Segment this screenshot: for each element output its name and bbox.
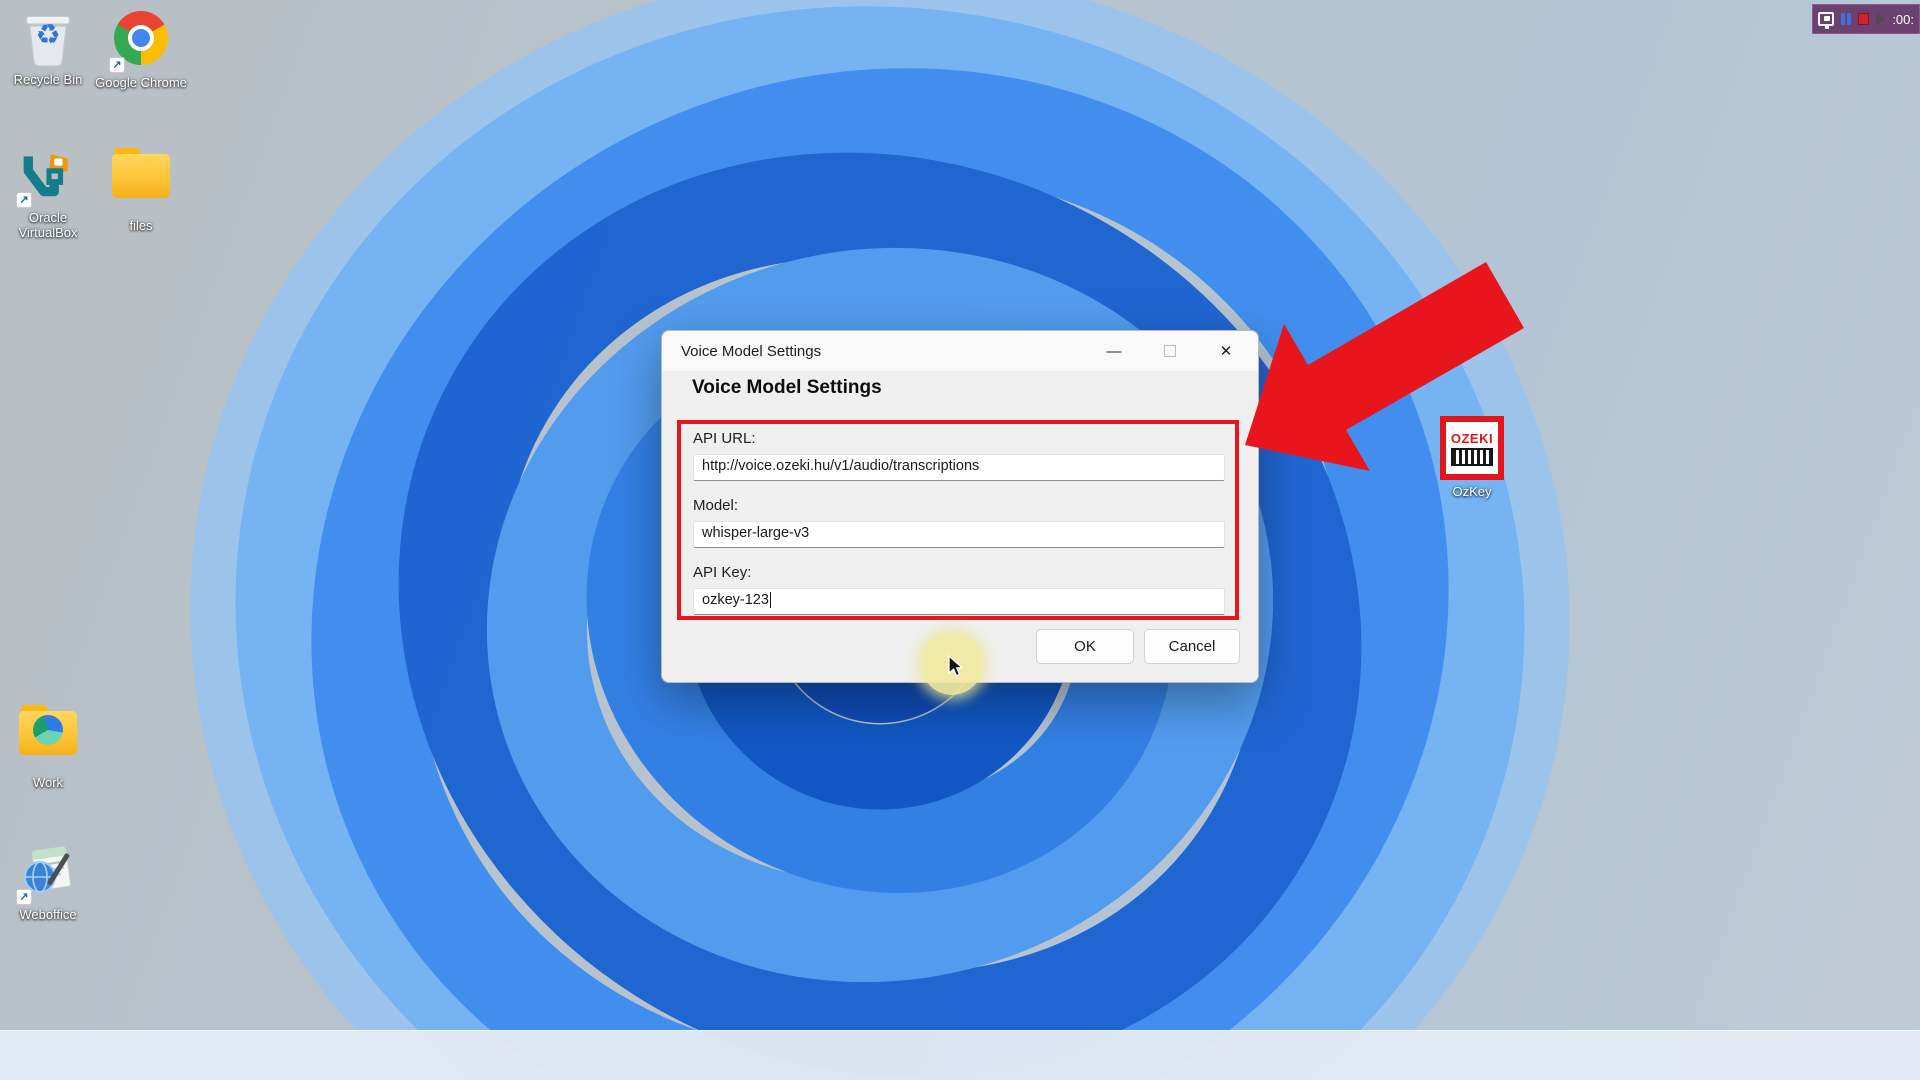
desktop-icon-google-chrome[interactable]: ↗ Google Chrome [93,8,189,90]
voice-model-settings-window: Voice Model Settings — ✕ Voice Model Set… [661,330,1259,683]
chrome-icon: ↗ [109,11,171,73]
shortcut-arrow-icon: ↗ [16,192,32,208]
ozkey-icon: OZEKI [1440,416,1504,480]
api-url-input[interactable]: http://voice.ozeki.hu/v1/audio/transcrip… [693,454,1225,481]
model-label: Model: [693,497,739,514]
api-key-label: API Key: [693,564,752,581]
ok-button[interactable]: OK [1036,629,1134,664]
api-url-label: API URL: [693,430,756,447]
screen-recorder-toolbar: :00: [1812,4,1920,34]
desktop-icon-label: Oracle VirtualBox [18,210,78,240]
play-button[interactable] [1876,13,1886,25]
annotation-red-rectangle: API URL: http://voice.ozeki.hu/v1/audio/… [677,420,1239,620]
desktop-icon-ozkey[interactable]: OZEKI OzKey [1424,416,1520,499]
desktop-icon-label: Google Chrome [95,75,187,90]
desktop-icon-label: Work [32,775,64,790]
recycle-bin-icon: ♻ [18,8,78,68]
shortcut-arrow-icon: ↗ [109,57,125,73]
desktop-icon-label: Weboffice [19,907,77,922]
desktop-icon-label: OzKey [1452,484,1492,499]
maximize-button[interactable] [1142,331,1198,371]
stop-record-button[interactable] [1858,13,1870,25]
api-key-input[interactable]: ozkey-123 [693,588,1225,615]
desktop-icon-label: Recycle Bin [13,72,83,87]
weboffice-icon: ↗ [16,843,78,905]
desktop-icon-weboffice[interactable]: ↗ Weboffice [0,843,96,922]
desktop-icon-label: files [129,218,153,233]
recorder-monitor-icon [1818,12,1835,29]
model-input[interactable]: whisper-large-v3 [693,521,1225,548]
window-title: Voice Model Settings [681,342,822,360]
text-caret [769,592,771,608]
pause-button[interactable] [1841,13,1852,25]
cancel-button[interactable]: Cancel [1144,629,1240,664]
desktop: ♻ Recycle Bin ↗ Google Chrome ↗ Oracle V… [0,0,1920,1080]
close-button[interactable]: ✕ [1198,331,1254,371]
folder-icon [111,148,171,214]
work-folder-icon [18,705,78,771]
virtualbox-icon: ↗ [16,146,78,208]
window-titlebar[interactable]: Voice Model Settings — ✕ [662,331,1258,371]
taskbar: Search OZEKI HUN [0,1030,1920,1080]
minimize-button[interactable]: — [1086,331,1142,371]
desktop-icon-oracle-virtualbox[interactable]: ↗ Oracle VirtualBox [0,146,96,240]
desktop-icon-work[interactable]: Work [0,703,96,790]
desktop-icon-recycle-bin[interactable]: ♻ Recycle Bin [0,8,96,87]
recorder-timer: :00: [1892,11,1914,27]
dialog-heading: Voice Model Settings [692,377,882,398]
shortcut-arrow-icon: ↗ [16,889,32,905]
mouse-cursor [948,655,964,677]
desktop-icon-files[interactable]: files [93,146,189,233]
